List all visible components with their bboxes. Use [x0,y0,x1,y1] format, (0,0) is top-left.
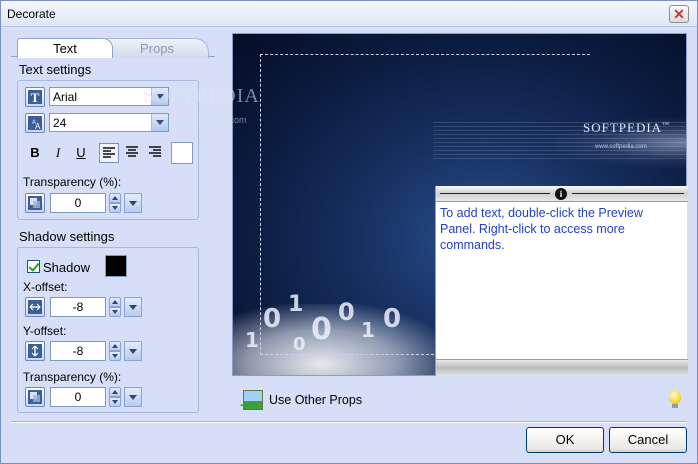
x-offset-input[interactable]: -8 [50,297,106,317]
preview-brand: SOFTPEDIA™ [583,120,670,135]
x-offset-label: X-offset: [23,280,68,294]
svg-text:T: T [31,90,40,105]
text-transparency-input[interactable]: 0 [50,193,106,213]
text-transparency-menu[interactable] [124,193,142,213]
y-offset-spinner[interactable] [109,341,121,361]
font-size-icon: AA [25,113,45,133]
align-right-button[interactable] [145,143,165,163]
shadow-transparency-menu[interactable] [124,387,142,407]
y-offset-menu[interactable] [124,341,142,361]
align-center-button[interactable] [122,143,142,163]
font-value: Arial [53,90,78,104]
shadow-transparency-input[interactable]: 0 [50,387,106,407]
chevron-down-icon[interactable] [151,114,168,131]
align-left-button[interactable] [99,143,119,163]
window-title: Decorate [7,7,56,21]
x-offset-icon [25,297,45,317]
text-transparency-spinner[interactable] [109,193,121,213]
font-icon: T [25,87,45,107]
info-icon: i [555,188,567,200]
underline-button[interactable]: U [71,143,91,163]
ok-button[interactable]: OK [526,427,604,453]
info-panel: i To add text, double-click the Preview … [435,186,688,376]
info-panel-footer [436,359,688,376]
cancel-button[interactable]: Cancel [609,427,687,453]
use-other-props-button[interactable]: Use Other Props [269,393,362,407]
shadow-checkbox-label[interactable]: Shadow [43,260,90,275]
tab-text[interactable]: Text [17,38,113,58]
font-size-value: 24 [53,116,67,130]
info-panel-header: i [436,186,688,202]
footer-divider [11,421,687,423]
preview-brand-url: www.softpedia.com [595,144,647,150]
transparency-icon [25,387,45,407]
text-transparency-label: Transparency (%): [23,175,122,189]
shadow-checkbox[interactable] [27,260,40,273]
y-offset-icon [25,341,45,361]
shadow-transparency-spinner[interactable] [109,387,121,407]
tab-props[interactable]: Props [105,38,209,58]
font-size-combo[interactable]: 24 [49,113,169,132]
bold-button[interactable]: B [25,143,45,163]
text-color-swatch[interactable] [171,142,193,164]
preview-brand-mark: ™ [662,120,670,129]
info-text: To add text, double-click the Preview Pa… [440,206,643,252]
decorate-dialog: Decorate ✕ Props Text Text settings T Ar… [0,0,698,464]
shadow-settings-heading: Shadow settings [19,229,115,244]
shadow-color-swatch[interactable] [105,255,127,277]
y-offset-input[interactable]: -8 [50,341,106,361]
align-left-icon [103,147,115,158]
add-picture-icon[interactable] [240,390,263,413]
watermark: SOFTPEDIA [143,85,260,107]
shadow-transparency-label: Transparency (%): [23,370,122,384]
transparency-icon [25,193,45,213]
close-button[interactable]: ✕ [669,5,689,23]
align-center-icon [126,146,138,157]
x-offset-spinner[interactable] [109,297,121,317]
text-settings-heading: Text settings [19,62,92,77]
italic-button[interactable]: I [48,143,68,163]
y-offset-label: Y-offset: [23,324,67,338]
align-right-icon [149,146,161,157]
title-bar: Decorate ✕ [1,1,697,27]
lightbulb-icon[interactable] [669,390,681,408]
svg-text:A: A [35,122,41,131]
x-offset-menu[interactable] [124,297,142,317]
watermark-url: www.softpedia.com [169,115,247,125]
